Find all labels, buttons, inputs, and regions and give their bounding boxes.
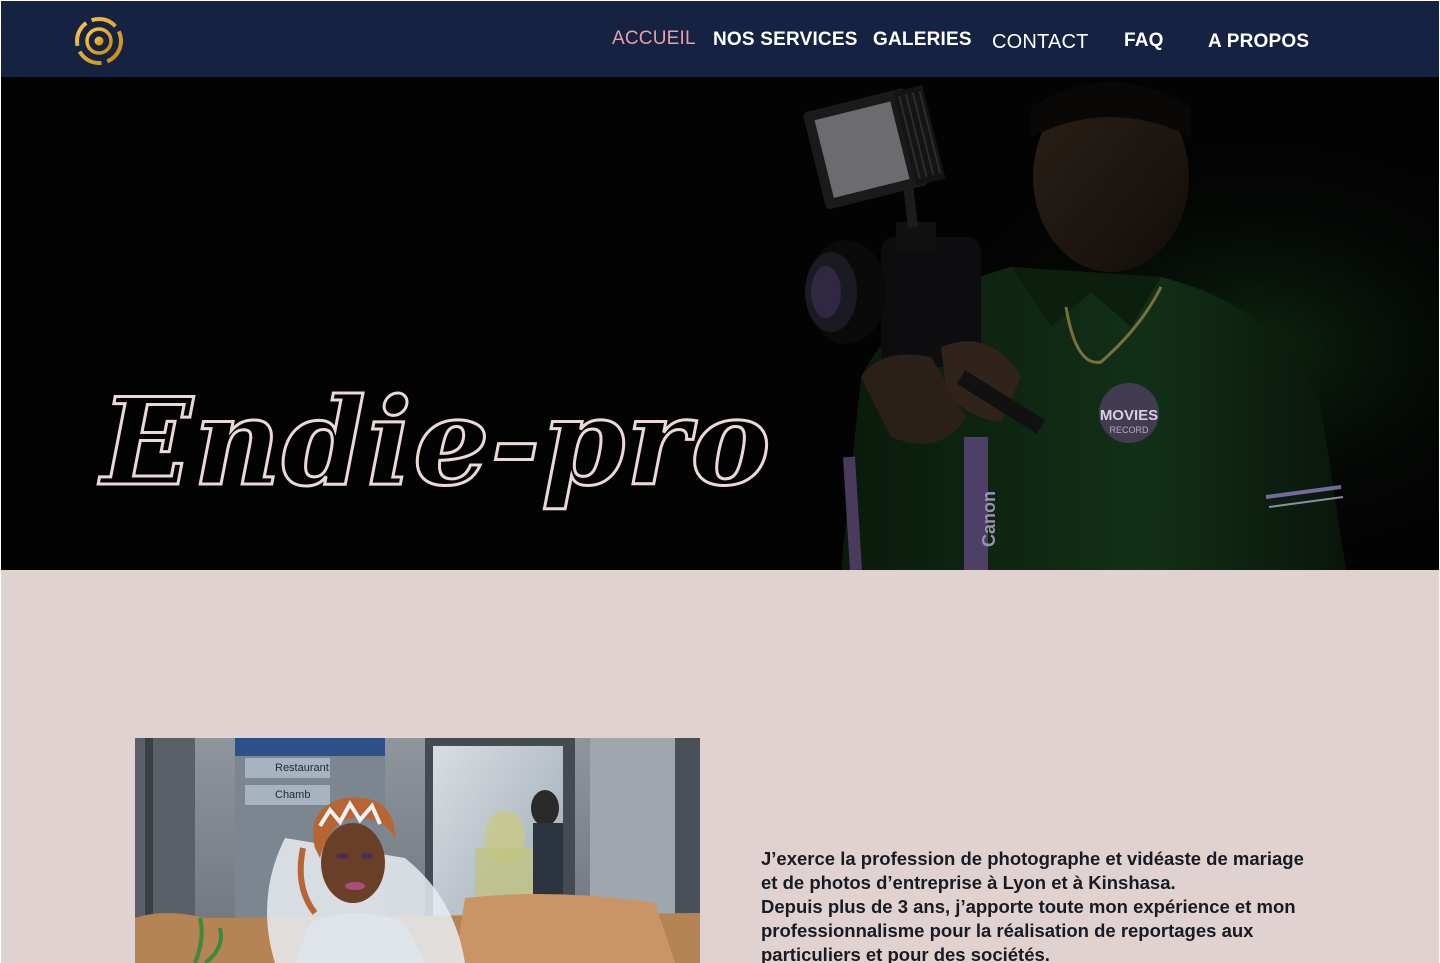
nav-galeries[interactable]: GALERIES (873, 29, 972, 51)
bride-image: Restaurant Chamb (135, 738, 700, 963)
about-section: Restaurant Chamb J’exerce la profession … (1, 570, 1439, 963)
sign-chambres-text: Chamb (275, 789, 310, 801)
bride-photo: Restaurant Chamb (135, 738, 700, 963)
hero-banner: MOVIES RECORD Canon Endie-pro (1, 77, 1439, 570)
navbar: ACCUEIL NOS SERVICES GALERIES CONTACT FA… (1, 1, 1439, 77)
nav-faq[interactable]: FAQ (1124, 30, 1164, 52)
badge-subtext: RECORD (1109, 425, 1149, 435)
strap-brand-text: Canon (979, 491, 999, 547)
logo-icon[interactable] (73, 15, 125, 67)
about-text: J’exerce la profession de photographe et… (761, 847, 1321, 963)
about-paragraph-2: Depuis plus de 3 ans, j’apporte toute mo… (761, 896, 1296, 963)
nav-contact[interactable]: CONTACT (992, 31, 1089, 54)
hero-title: Endie-pro (100, 372, 773, 513)
sign-restaurant-text: Restaurant (275, 762, 329, 774)
nav-accueil[interactable]: ACCUEIL (612, 28, 696, 50)
badge-text: MOVIES (1100, 407, 1158, 424)
about-paragraph-1: J’exerce la profession de photographe et… (761, 848, 1304, 893)
nav-a-propos[interactable]: A PROPOS (1208, 31, 1309, 53)
nav-nos-services[interactable]: NOS SERVICES (713, 29, 858, 51)
